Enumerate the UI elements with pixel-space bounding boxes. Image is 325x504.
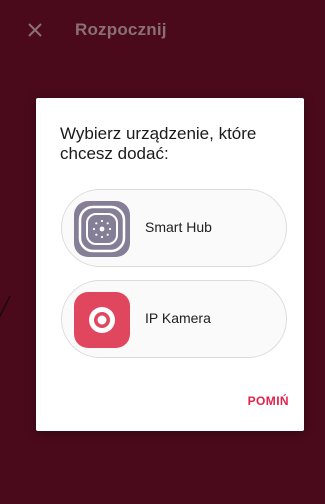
smart-hub-option[interactable]: Smart Hub [61, 189, 287, 267]
camera-icon [74, 292, 130, 348]
close-button[interactable] [24, 19, 46, 41]
smart-hub-label: Smart Hub [145, 219, 212, 235]
ip-camera-option[interactable]: IP Kamera [61, 280, 287, 358]
ip-camera-label: IP Kamera [145, 310, 211, 326]
skip-button[interactable]: POMIŃ [248, 394, 289, 408]
dialog-title: Wybierz urządzenie, które chcesz dodać: [60, 124, 257, 163]
app-bar: Rozpocznij [0, 0, 325, 64]
device-selection-dialog: Wybierz urządzenie, które chcesz dodać: [36, 98, 304, 431]
close-icon [28, 23, 42, 37]
background-decoration [0, 295, 11, 318]
page-title: Rozpocznij [75, 20, 167, 39]
smart-hub-icon [74, 201, 130, 257]
screen: Rozpocznij Wybierz urządzenie, które chc… [0, 0, 325, 504]
